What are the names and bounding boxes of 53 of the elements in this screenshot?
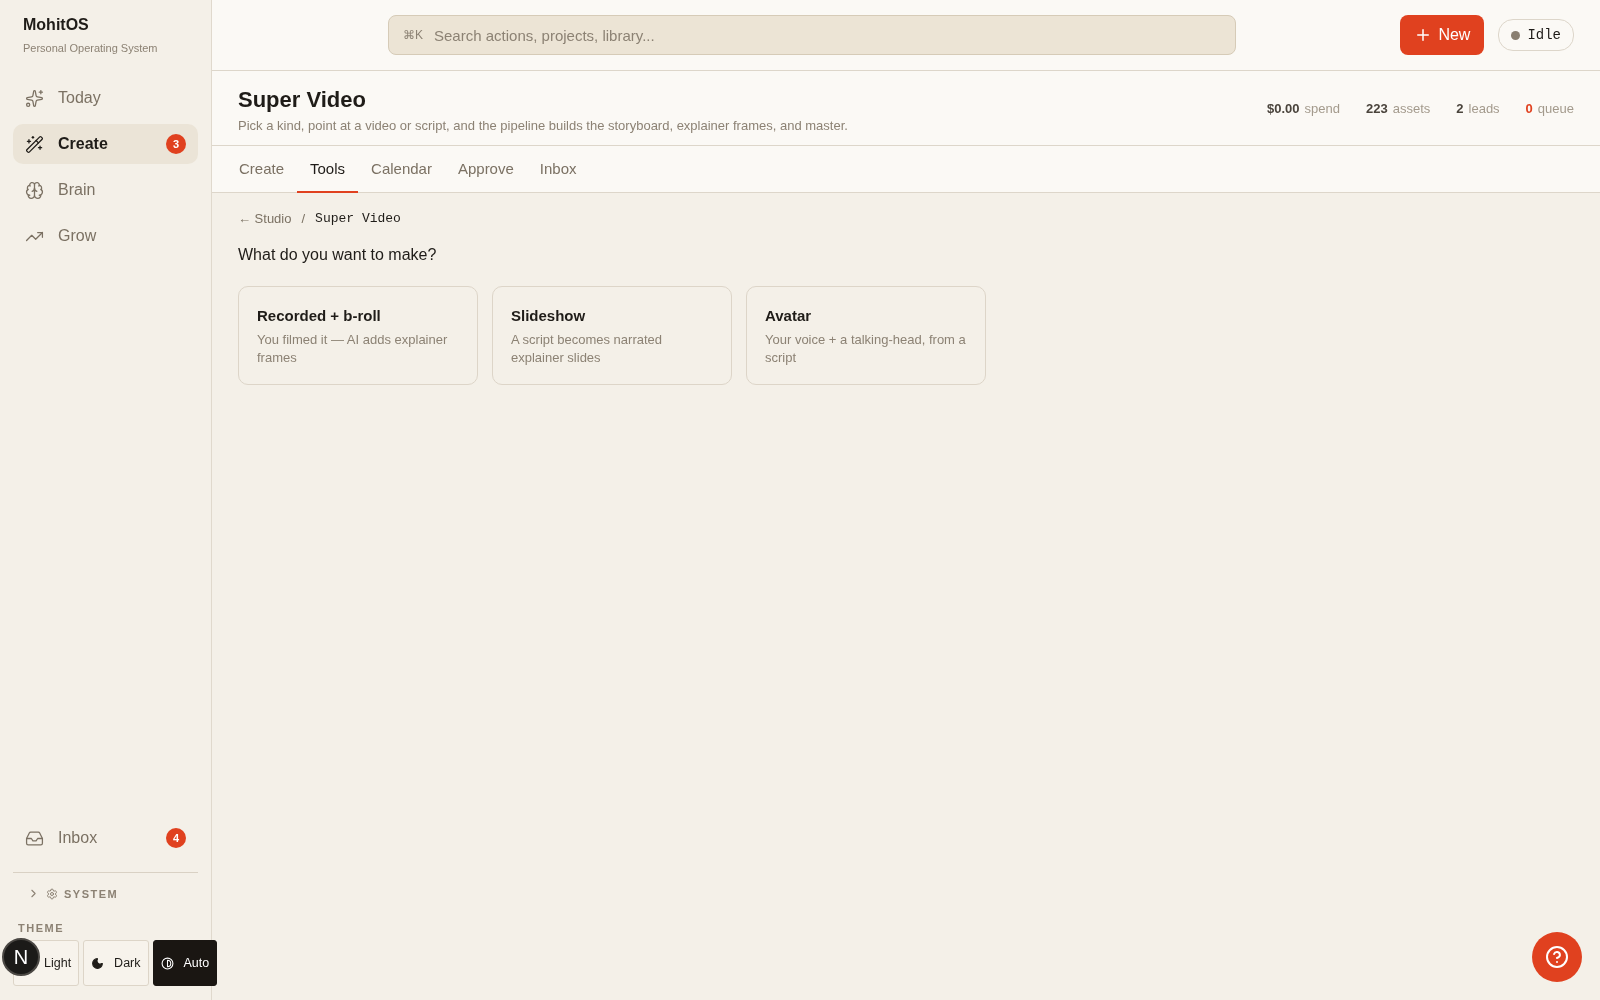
- nav-item[interactable]: Inbox 4: [13, 818, 198, 858]
- app-tagline: Personal Operating System: [23, 42, 159, 54]
- card-description: Your voice + a talking-head, from a script: [765, 331, 967, 367]
- nav-item[interactable]: Grow: [13, 216, 198, 256]
- new-button[interactable]: New: [1400, 15, 1485, 55]
- page-subtitle: Pick a kind, point at a video or script, and the pipeline builds the storyboard, explainer frames, and master.: [238, 118, 848, 133]
- breadcrumb-separator: /: [301, 211, 306, 226]
- theme-button[interactable]: Auto: [152, 940, 218, 986]
- stat-label: assets: [1392, 101, 1431, 118]
- card-description: You filmed it — AI adds explainer frames: [257, 331, 449, 367]
- stat-value: 223: [1366, 101, 1388, 118]
- status-pill: Idle: [1498, 19, 1574, 51]
- search-field[interactable]: ⌘K Search actions, projects, library...: [388, 15, 1237, 55]
- nav-label: Create: [58, 135, 109, 153]
- system-label: SYSTEM: [64, 887, 119, 900]
- system-toggle[interactable]: SYSTEM: [13, 887, 198, 900]
- nav-item[interactable]: Today: [13, 78, 198, 118]
- kind-card[interactable]: Avatar Your voice + a talking-head, from a script: [746, 286, 986, 385]
- tab[interactable]: Tools: [297, 146, 359, 193]
- stat-label: queue: [1537, 101, 1574, 118]
- dev-indicator-toast[interactable]: N: [2, 938, 40, 976]
- theme-label: THEME: [18, 922, 65, 934]
- nav-label: Grow: [58, 227, 98, 245]
- stat-value: $0.00: [1267, 101, 1300, 118]
- shortcut-hint: ⌘K: [403, 28, 423, 42]
- stat-value: 0: [1525, 101, 1533, 118]
- nav-label: Today: [58, 89, 102, 107]
- card-description: A script becomes narrated explainer slides: [511, 331, 664, 367]
- card-title: Avatar: [765, 307, 813, 324]
- nav-label: Inbox: [58, 829, 99, 847]
- tab[interactable]: Approve: [444, 146, 527, 193]
- count-badge: 3: [166, 134, 186, 154]
- nav-item[interactable]: Brain: [13, 170, 198, 210]
- kind-card[interactable]: Recorded + b-roll You filmed it — AI adds explainer frames: [238, 286, 478, 385]
- tab[interactable]: Inbox: [526, 146, 590, 193]
- tab[interactable]: Calendar: [358, 146, 445, 193]
- card-title: Slideshow: [511, 307, 587, 324]
- page-title: Super Video: [238, 87, 367, 113]
- kind-card[interactable]: Slideshow A script becomes narrated explainer slides: [492, 286, 732, 385]
- search-input[interactable]: Search actions, projects, library...: [432, 25, 1222, 45]
- nav-item[interactable]: Create 3: [13, 124, 198, 164]
- nav-label: Brain: [58, 181, 97, 199]
- count-badge: 4: [166, 828, 186, 848]
- question-text: What do you want to make?: [238, 246, 438, 264]
- breadcrumb-current: Super Video: [315, 211, 401, 226]
- theme-button[interactable]: Dark: [83, 940, 149, 986]
- card-title: Recorded + b-roll: [257, 307, 382, 324]
- stat-label: spend: [1304, 101, 1340, 118]
- tab[interactable]: Create: [226, 146, 298, 193]
- back-link[interactable]: ← Studio: [238, 211, 292, 226]
- stat-label: leads: [1468, 101, 1500, 118]
- stat-value: 2: [1456, 101, 1464, 118]
- app-name: MohitOS: [23, 16, 90, 34]
